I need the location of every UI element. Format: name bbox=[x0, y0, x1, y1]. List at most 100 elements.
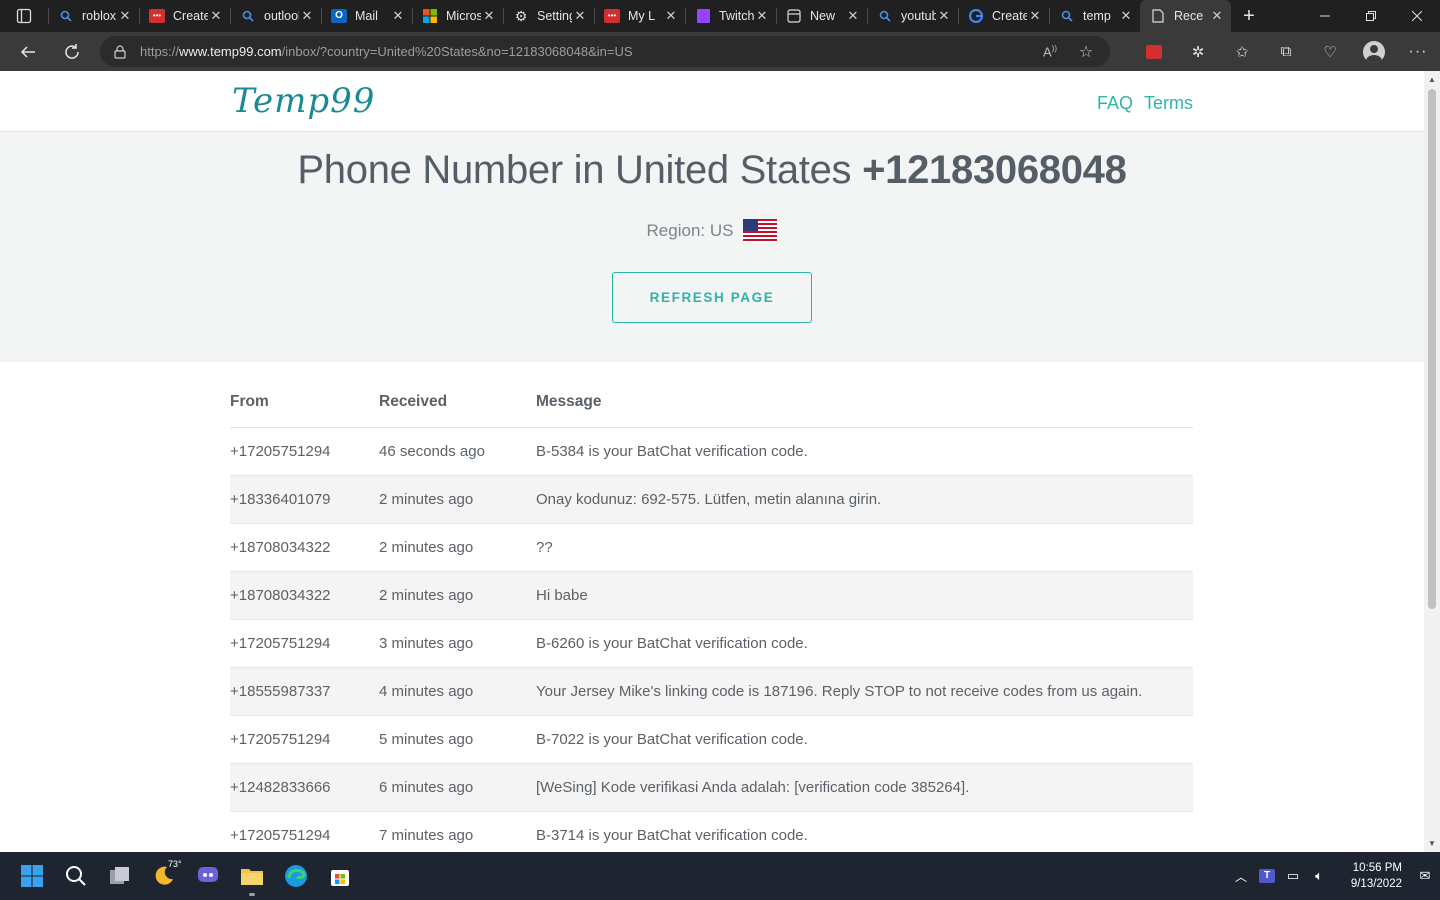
browser-tab[interactable]: ••• Create ✕ bbox=[139, 0, 230, 32]
close-tab-icon[interactable]: ✕ bbox=[1027, 8, 1043, 24]
volume-button[interactable]: 🔈︎ bbox=[1306, 852, 1332, 900]
scroll-up-icon[interactable]: ▲ bbox=[1428, 75, 1436, 84]
profile-button[interactable] bbox=[1352, 32, 1396, 71]
collections-button[interactable]: ⧉ bbox=[1264, 32, 1308, 71]
tab-title: youtube bbox=[901, 9, 936, 23]
network-button[interactable]: ▭ bbox=[1280, 852, 1306, 900]
show-hidden-icons-button[interactable]: ︿ bbox=[1228, 852, 1254, 900]
page-scrollbar[interactable]: ▲ ▼ bbox=[1424, 71, 1440, 852]
terms-link[interactable]: Terms bbox=[1144, 93, 1193, 114]
notifications-button[interactable]: ✉ bbox=[1410, 852, 1440, 900]
scrollbar-thumb[interactable] bbox=[1428, 89, 1436, 609]
browser-tab[interactable]: O Mail ✕ bbox=[321, 0, 412, 32]
close-tab-icon[interactable]: ✕ bbox=[1209, 8, 1225, 24]
twitch-icon bbox=[695, 8, 711, 24]
teams-tray-button[interactable]: T bbox=[1254, 852, 1280, 900]
browser-tab[interactable]: Create ✕ bbox=[958, 0, 1049, 32]
cell-received: 5 minutes ago bbox=[379, 715, 536, 764]
add-favorite-button[interactable]: ☆ bbox=[1068, 42, 1104, 62]
heart-shield-icon: ♡ bbox=[1323, 43, 1337, 61]
back-button[interactable] bbox=[6, 32, 50, 71]
outlook-icon: O bbox=[331, 8, 347, 24]
table-row: +18708034322 2 minutes ago Hi babe bbox=[230, 571, 1193, 620]
red-app-icon: ••• bbox=[149, 8, 165, 24]
browser-tab[interactable]: temp ✕ bbox=[1049, 0, 1140, 32]
region-info: Region: US bbox=[0, 219, 1424, 243]
faq-link[interactable]: FAQ bbox=[1097, 93, 1133, 114]
reload-button[interactable] bbox=[50, 32, 94, 71]
tab-title: Twitch bbox=[719, 9, 754, 23]
speaker-icon: 🔈︎ bbox=[1315, 868, 1323, 883]
edge-browser-button[interactable] bbox=[274, 852, 318, 900]
new-tab-button[interactable]: + bbox=[1231, 0, 1267, 32]
tab-actions-button[interactable] bbox=[0, 0, 48, 32]
edge-icon bbox=[285, 865, 307, 887]
browser-tab[interactable]: ⚙ Settings✕ bbox=[503, 0, 594, 32]
windows-taskbar: 73° ︿ T ▭ 🔈︎ 10:56 PM 9/13/2022 ✉ bbox=[0, 852, 1440, 900]
close-tab-icon[interactable]: ✕ bbox=[299, 8, 315, 24]
scroll-down-icon[interactable]: ▼ bbox=[1428, 839, 1436, 848]
extension-red-button[interactable] bbox=[1132, 32, 1176, 71]
windows-logo-icon bbox=[21, 865, 43, 887]
address-bar[interactable]: https://www.temp99.com/inbox/?country=Un… bbox=[100, 36, 1110, 67]
search-icon bbox=[66, 866, 86, 886]
browser-tab[interactable]: youtube✕ bbox=[867, 0, 958, 32]
table-row: +18336401079 2 minutes ago Onay kodunuz: 6… bbox=[230, 475, 1193, 524]
avatar bbox=[1363, 40, 1385, 63]
close-tab-icon[interactable]: ✕ bbox=[208, 8, 224, 24]
browser-tab[interactable]: outlook✕ bbox=[230, 0, 321, 32]
close-tab-icon[interactable]: ✕ bbox=[1118, 8, 1134, 24]
more-icon: ··· bbox=[1408, 42, 1428, 60]
close-tab-icon[interactable]: ✕ bbox=[754, 8, 770, 24]
settings-menu-button[interactable]: ··· bbox=[1396, 32, 1440, 71]
close-tab-icon[interactable]: ✕ bbox=[117, 8, 133, 24]
microsoft-store-button[interactable] bbox=[318, 852, 362, 900]
refresh-page-button[interactable]: REFRESH PAGE bbox=[612, 272, 812, 323]
extensions-button[interactable]: ✲ bbox=[1176, 32, 1220, 71]
url-text[interactable]: https://www.temp99.com/inbox/?country=Un… bbox=[140, 44, 633, 59]
notification-bell-icon: ✉ bbox=[1419, 868, 1431, 883]
weather-widget[interactable]: 73° bbox=[142, 852, 186, 900]
browser-toolbar: https://www.temp99.com/inbox/?country=Un… bbox=[0, 32, 1440, 71]
teams-icon: T bbox=[1259, 869, 1275, 883]
file-explorer-button[interactable] bbox=[230, 852, 274, 900]
browser-tab[interactable]: Microsoft✕ bbox=[412, 0, 503, 32]
cell-from: +17205751294 bbox=[230, 715, 379, 764]
browser-tab[interactable]: ••• My L ✕ bbox=[594, 0, 685, 32]
start-button[interactable] bbox=[10, 852, 54, 900]
phone-number: +12183068048 bbox=[862, 148, 1127, 192]
teams-chat-button[interactable] bbox=[186, 852, 230, 900]
cell-from: +12482833666 bbox=[230, 763, 379, 812]
cell-received: 2 minutes ago bbox=[379, 475, 536, 524]
site-logo[interactable]: Temp99 bbox=[232, 81, 375, 121]
tab-title: New bbox=[810, 9, 836, 23]
star-plus-icon: ☆ bbox=[1078, 43, 1094, 61]
close-tab-icon[interactable]: ✕ bbox=[390, 8, 406, 24]
browser-tab[interactable]: Rece ✕ bbox=[1140, 0, 1231, 32]
browser-essentials-button[interactable]: ♡ bbox=[1308, 32, 1352, 71]
close-window-button[interactable] bbox=[1394, 0, 1440, 32]
minimize-button[interactable] bbox=[1302, 0, 1348, 32]
clock[interactable]: 10:56 PM 9/13/2022 bbox=[1332, 852, 1410, 900]
task-view-icon bbox=[110, 867, 129, 884]
close-tab-icon[interactable]: ✕ bbox=[845, 8, 861, 24]
chat-icon bbox=[198, 867, 218, 882]
browser-tab[interactable]: roblox ✕ bbox=[48, 0, 139, 32]
google-icon bbox=[968, 8, 984, 24]
browser-tab[interactable]: New ✕ bbox=[776, 0, 867, 32]
favorites-button[interactable]: ✩ bbox=[1220, 32, 1264, 71]
collections-icon: ⧉ bbox=[1280, 43, 1292, 60]
cell-received: 7 minutes ago bbox=[379, 811, 536, 852]
table-row: +12482833666 6 minutes ago [WeSing] Kode v… bbox=[230, 763, 1193, 812]
task-view-button[interactable] bbox=[98, 852, 142, 900]
search-button[interactable] bbox=[54, 852, 98, 900]
browser-tab[interactable]: Twitch ✕ bbox=[685, 0, 776, 32]
lock-icon[interactable] bbox=[100, 44, 140, 59]
close-tab-icon[interactable]: ✕ bbox=[936, 8, 952, 24]
close-tab-icon[interactable]: ✕ bbox=[481, 8, 497, 24]
restore-button[interactable] bbox=[1348, 0, 1394, 32]
close-tab-icon[interactable]: ✕ bbox=[663, 8, 679, 24]
tab-title: outlook bbox=[264, 9, 299, 23]
read-aloud-button[interactable]: A)) bbox=[1032, 44, 1068, 59]
close-tab-icon[interactable]: ✕ bbox=[572, 8, 588, 24]
